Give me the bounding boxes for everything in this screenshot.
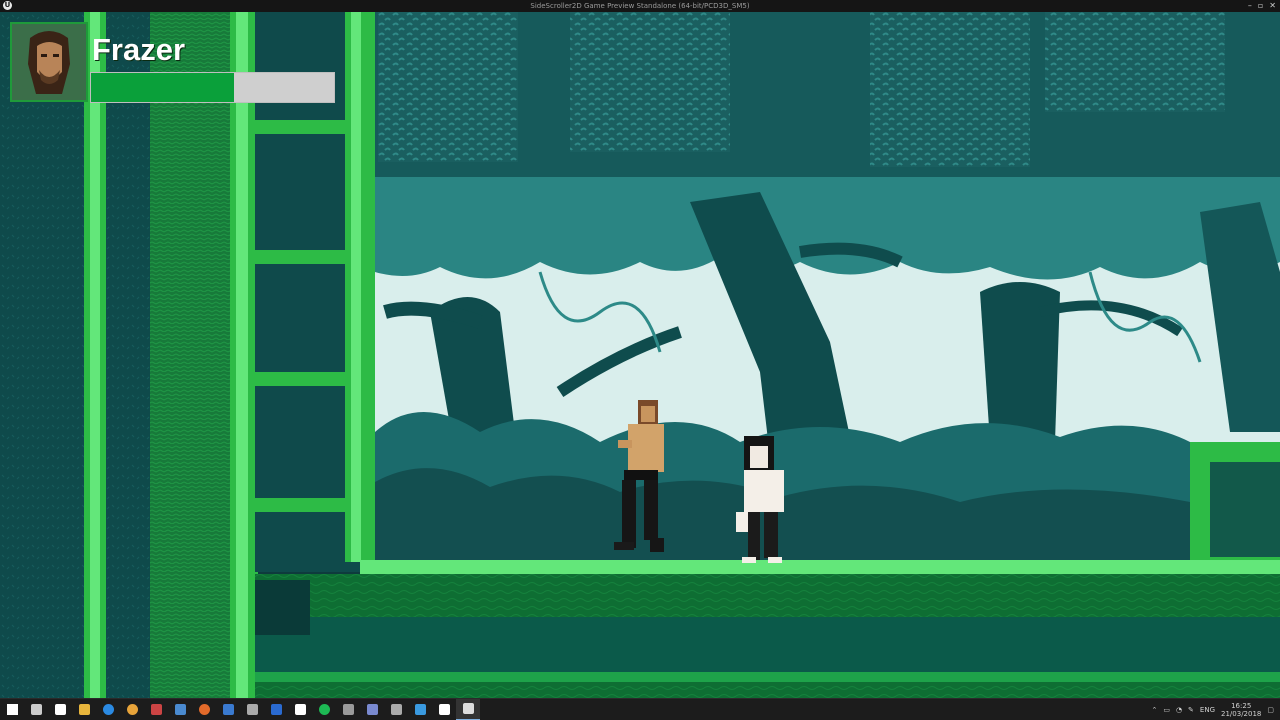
window-title-bar: U SideScroller2D Game Preview Standalone…: [0, 0, 1280, 12]
clock-time: 16:25: [1231, 702, 1252, 710]
app-icon[interactable]: [384, 699, 408, 720]
terminal-icon[interactable]: [240, 699, 264, 720]
column-frame: [351, 12, 361, 562]
jungle-level-scene: [0, 12, 1280, 698]
minimize-icon[interactable]: –: [1248, 0, 1252, 12]
ground-grass-band: [255, 672, 1280, 682]
ground-dark-band: [255, 617, 1280, 672]
clock[interactable]: 16:25 21/03/2018: [1221, 702, 1261, 718]
edge-icon[interactable]: [96, 699, 120, 720]
outlook-icon[interactable]: [216, 699, 240, 720]
windows-start-icon[interactable]: [0, 699, 24, 720]
canopy-leaf-block: [1045, 12, 1225, 112]
player-portrait-icon: [12, 24, 86, 100]
ground-shadow-block: [255, 580, 310, 635]
notes-icon[interactable]: [288, 699, 312, 720]
mid-canopy: [375, 177, 1280, 280]
unreal-icon[interactable]: [456, 698, 480, 720]
player-name: Frazer: [92, 32, 186, 67]
chrome-icon[interactable]: [120, 699, 144, 720]
tray-chevron-icon[interactable]: ⌃: [1151, 706, 1157, 714]
game-viewport[interactable]: Frazer: [0, 12, 1280, 698]
ground-grass-top: [360, 560, 1280, 574]
steam-icon[interactable]: [168, 699, 192, 720]
close-icon[interactable]: ✕: [1269, 0, 1276, 12]
raised-grass-block-inner: [1210, 462, 1280, 557]
app-icon[interactable]: [336, 699, 360, 720]
left-grass-wall: [150, 12, 230, 698]
store-icon[interactable]: [48, 699, 72, 720]
vertical-grass-strip: [90, 12, 100, 698]
network-icon[interactable]: ▭: [1163, 706, 1170, 714]
vertical-grass-strip: [236, 12, 248, 698]
canopy-leaf-block: [570, 12, 730, 152]
player-portrait-frame: [10, 22, 88, 102]
restore-icon[interactable]: ▫: [1258, 0, 1263, 12]
window-title: SideScroller2D Game Preview Standalone (…: [530, 2, 750, 10]
clock-date: 21/03/2018: [1221, 710, 1262, 718]
file-explorer-icon[interactable]: [72, 699, 96, 720]
game-window: U SideScroller2D Game Preview Standalone…: [0, 0, 1280, 720]
app-icon[interactable]: [360, 699, 384, 720]
origin-icon[interactable]: [192, 699, 216, 720]
player-health-bar: [90, 72, 335, 103]
player-health-fill: [91, 73, 235, 102]
keyboard-language[interactable]: ENG: [1200, 706, 1215, 714]
app-icon[interactable]: [408, 699, 432, 720]
pen-icon[interactable]: ✎: [1188, 706, 1194, 714]
system-tray: ⌃ ▭ ◔ ✎ ENG 16:25 21/03/2018 ▢: [1151, 699, 1280, 720]
taskbar-app-icons: [0, 698, 480, 720]
app-icon[interactable]: [144, 699, 168, 720]
task-view-icon[interactable]: [24, 699, 48, 720]
volume-icon[interactable]: ◔: [1176, 706, 1182, 714]
canopy-leaf-block: [378, 12, 518, 162]
windows-taskbar: ⌃ ▭ ◔ ✎ ENG 16:25 21/03/2018 ▢: [0, 698, 1280, 720]
notifications-icon[interactable]: ▢: [1267, 706, 1274, 714]
unreal-engine-icon: U: [3, 1, 12, 10]
photoshop-icon[interactable]: [264, 699, 288, 720]
spotify-icon[interactable]: [312, 699, 336, 720]
unity-icon[interactable]: [432, 699, 456, 720]
canopy-leaf-block: [870, 12, 1030, 167]
